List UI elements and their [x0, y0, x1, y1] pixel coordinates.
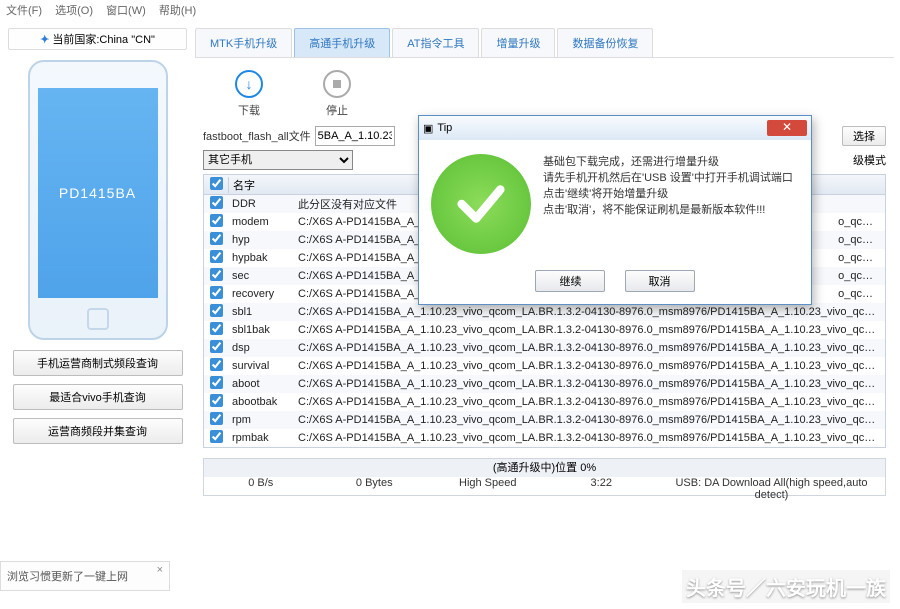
- row-name: aboot: [228, 378, 294, 390]
- browser-toast: × 浏览习惯更新了一键上网: [0, 561, 170, 591]
- table-row[interactable]: dspC:/X6S A-PD1415BA_A_1.10.23_vivo_qcom…: [204, 339, 885, 357]
- menu-help[interactable]: 帮助(H): [159, 5, 196, 17]
- dialog-title: Tip: [433, 122, 767, 134]
- status-panel: (高通升级中)位置 0% 0 B/s 0 Bytes High Speed 3:…: [203, 458, 886, 496]
- row-checkbox[interactable]: [210, 412, 223, 425]
- row-name: hyp: [228, 234, 294, 246]
- table-row[interactable]: abootC:/X6S A-PD1415BA_A_1.10.23_vivo_qc…: [204, 375, 885, 393]
- row-checkbox[interactable]: [210, 322, 223, 335]
- country-box: ✦ 当前国家:China "CN": [8, 28, 187, 50]
- table-row[interactable]: abootbakC:/X6S A-PD1415BA_A_1.10.23_vivo…: [204, 393, 885, 411]
- info-icon: ▣: [423, 122, 433, 135]
- row-checkbox[interactable]: [210, 376, 223, 389]
- row-name: sbl1: [228, 306, 294, 318]
- row-name: sec: [228, 270, 294, 282]
- row-path: C:/X6S A-PD1415BA_A_1.10.23_vivo_qcom_LA…: [294, 342, 885, 354]
- row-name: rpm: [228, 414, 294, 426]
- menu-bar: 文件(F) 选项(O) 窗口(W) 帮助(H): [0, 0, 900, 20]
- status-bytes: 0 Bytes: [318, 477, 432, 495]
- row-name: recovery: [228, 288, 294, 300]
- row-path: C:/X6S A-PD1415BA_A_1.10.23_vivo_qcom_LA…: [294, 306, 885, 318]
- row-checkbox[interactable]: [210, 304, 223, 317]
- tip-dialog: ▣ Tip ✕ 基础包下载完成，还需进行增量升级 请先手机开机然后在'USB 设…: [418, 115, 812, 305]
- close-toast-icon[interactable]: ×: [157, 564, 163, 576]
- row-checkbox[interactable]: [210, 430, 223, 443]
- row-name: abootbak: [228, 396, 294, 408]
- phone-screen: PD1415BA: [38, 88, 158, 298]
- tab-at[interactable]: AT指令工具: [392, 28, 479, 57]
- row-name: hypbak: [228, 252, 294, 264]
- continue-button[interactable]: 继续: [535, 270, 605, 292]
- row-checkbox[interactable]: [210, 394, 223, 407]
- stop-icon: [323, 70, 351, 98]
- device-select[interactable]: 其它手机: [203, 150, 353, 170]
- menu-options[interactable]: 选项(O): [55, 5, 93, 17]
- watermark: 头条号／六安玩机一族: [682, 570, 890, 603]
- row-path: C:/X6S A-PD1415BA_A_1.10.23_vivo_qcom_LA…: [294, 360, 885, 372]
- row-checkbox[interactable]: [210, 268, 223, 281]
- dialog-message: 基础包下载完成，还需进行增量升级 请先手机开机然后在'USB 设置'中打开手机调…: [543, 154, 799, 254]
- row-path: C:/X6S A-PD1415BA_A_1.10.23_vivo_qcom_LA…: [294, 432, 885, 444]
- row-checkbox[interactable]: [210, 232, 223, 245]
- col-name: 名字: [228, 177, 294, 193]
- mode-label: 级模式: [853, 152, 886, 168]
- carrier-union-query-button[interactable]: 运营商频段并集查询: [13, 418, 183, 444]
- carrier-band-query-button[interactable]: 手机运营商制式频段查询: [13, 350, 183, 376]
- row-path: C:/X6S A-PD1415BA_A_1.10.23_vivo_qcom_LA…: [294, 378, 885, 390]
- best-vivo-query-button[interactable]: 最适合vivo手机查询: [13, 384, 183, 410]
- status-header: (高通升级中)位置 0%: [204, 459, 885, 477]
- row-name: dsp: [228, 342, 294, 354]
- file-label: fastboot_flash_all文件: [203, 128, 311, 144]
- row-path: C:/X6S A-PD1415BA_A_1.10.23_vivo_qcom_LA…: [294, 324, 885, 336]
- table-row[interactable]: sbl1bakC:/X6S A-PD1415BA_A_1.10.23_vivo_…: [204, 321, 885, 339]
- table-row[interactable]: rpmC:/X6S A-PD1415BA_A_1.10.23_vivo_qcom…: [204, 411, 885, 429]
- download-icon: ↓: [235, 70, 263, 98]
- phone-preview: PD1415BA: [28, 60, 168, 340]
- table-row[interactable]: survivalC:/X6S A-PD1415BA_A_1.10.23_vivo…: [204, 357, 885, 375]
- row-checkbox[interactable]: [210, 340, 223, 353]
- tab-backup[interactable]: 数据备份恢复: [557, 28, 653, 57]
- row-checkbox[interactable]: [210, 358, 223, 371]
- row-name: rpmbak: [228, 432, 294, 444]
- row-checkbox[interactable]: [210, 250, 223, 263]
- cancel-button[interactable]: 取消: [625, 270, 695, 292]
- row-name: DDR: [228, 198, 294, 210]
- select-file-button[interactable]: 选择: [842, 126, 886, 146]
- success-check-icon: [431, 154, 531, 254]
- status-speed: 0 B/s: [204, 477, 318, 495]
- home-button-icon: [87, 308, 109, 330]
- status-usb: USB: DA Download All(high speed,auto det…: [658, 477, 885, 495]
- tab-incremental[interactable]: 增量升级: [481, 28, 555, 57]
- file-input[interactable]: [315, 126, 395, 146]
- table-row[interactable]: sbl1C:/X6S A-PD1415BA_A_1.10.23_vivo_qco…: [204, 303, 885, 321]
- checkbox-all[interactable]: [210, 177, 223, 190]
- menu-file[interactable]: 文件(F): [6, 5, 42, 17]
- row-checkbox[interactable]: [210, 286, 223, 299]
- row-checkbox[interactable]: [210, 214, 223, 227]
- status-time: 3:22: [545, 477, 659, 495]
- row-name: modem: [228, 216, 294, 228]
- row-checkbox[interactable]: [210, 196, 223, 209]
- row-path: C:/X6S A-PD1415BA_A_1.10.23_vivo_qcom_LA…: [294, 414, 885, 426]
- row-path: C:/X6S A-PD1415BA_A_1.10.23_vivo_qcom_LA…: [294, 396, 885, 408]
- table-row[interactable]: rpmbakC:/X6S A-PD1415BA_A_1.10.23_vivo_q…: [204, 429, 885, 447]
- status-mode: High Speed: [431, 477, 545, 495]
- tab-bar: MTK手机升级 高通手机升级 AT指令工具 增量升级 数据备份恢复: [195, 24, 894, 58]
- stop-button[interactable]: 停止: [323, 70, 351, 118]
- close-icon[interactable]: ✕: [767, 120, 807, 136]
- tab-mtk[interactable]: MTK手机升级: [195, 28, 292, 57]
- download-button[interactable]: ↓ 下载: [235, 70, 263, 118]
- row-name: survival: [228, 360, 294, 372]
- menu-window[interactable]: 窗口(W): [106, 5, 146, 17]
- tab-qualcomm[interactable]: 高通手机升级: [294, 28, 390, 57]
- row-name: sbl1bak: [228, 324, 294, 336]
